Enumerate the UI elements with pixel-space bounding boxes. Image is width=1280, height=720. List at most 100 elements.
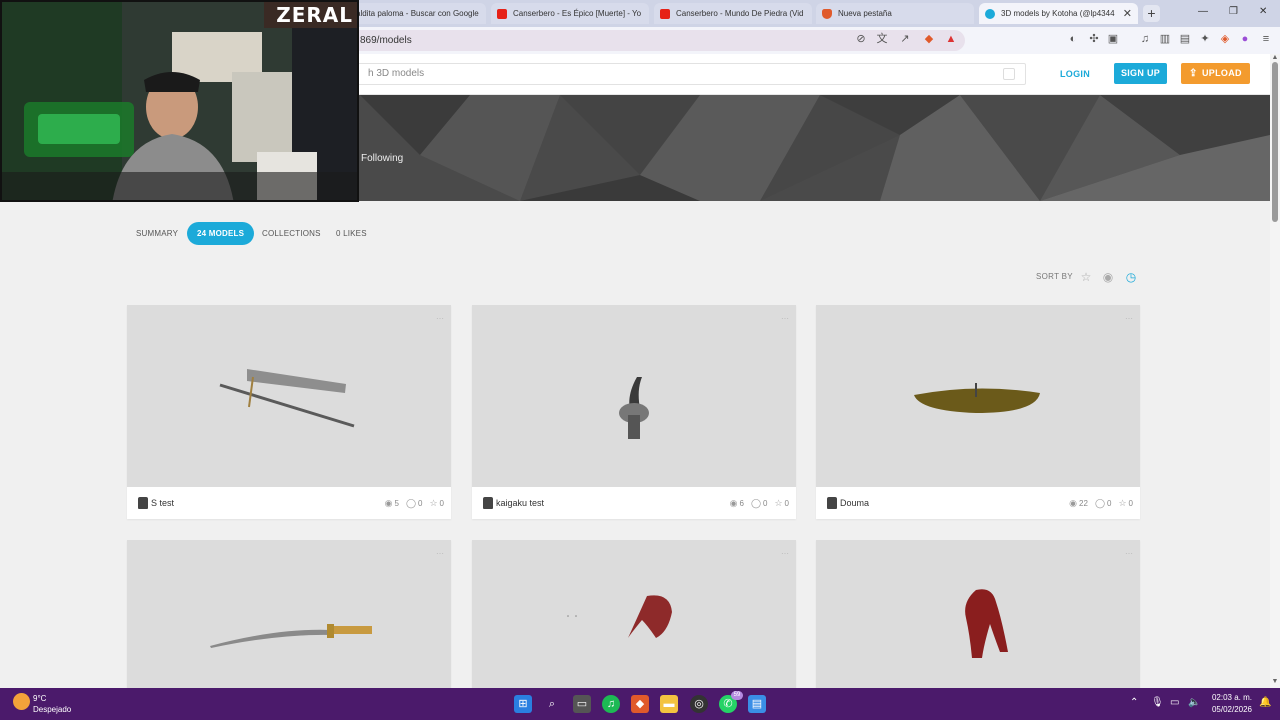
task-view-icon[interactable]: ▭: [573, 695, 591, 713]
model-thumbnail[interactable]: ⋯: [816, 305, 1140, 487]
model-card[interactable]: ⋯ kaigaku test ◉ 6 ◯ 0 ☆ 0: [472, 305, 796, 519]
translate-icon[interactable]: 文: [875, 32, 889, 46]
eye-icon[interactable]: ◉: [1101, 270, 1115, 284]
upload-button[interactable]: ⇪ UPLOAD: [1181, 63, 1250, 84]
tab-title: Nueva pestaña: [838, 9, 892, 18]
following-link[interactable]: Following: [361, 153, 403, 164]
more-icon[interactable]: ⋯: [1125, 314, 1133, 323]
new-tab-button[interactable]: +: [1143, 5, 1160, 22]
brave-rewards-icon[interactable]: ▲: [944, 32, 958, 46]
scroll-down-icon[interactable]: ▼: [1270, 678, 1280, 685]
upload-icon: ⇪: [1189, 68, 1198, 79]
comment-icon: ◯: [1094, 498, 1106, 508]
scroll-thumb[interactable]: [1272, 62, 1278, 222]
tab-models[interactable]: 24 MODELS: [187, 222, 255, 245]
model-stats: ◉ 22 ◯ 0 ☆ 0: [1069, 498, 1133, 509]
spotify-icon[interactable]: ♫: [602, 695, 620, 713]
leo-icon[interactable]: ✦: [1198, 32, 1212, 46]
notifications-icon[interactable]: 🔔: [1259, 697, 1271, 708]
clock-icon[interactable]: ◷: [1124, 270, 1138, 284]
tab-sketchfab-models[interactable]: 3D models by Kotoha (@lp4344 ✕: [979, 3, 1138, 24]
model-title[interactable]: S test: [151, 498, 174, 508]
avatar[interactable]: [827, 497, 837, 509]
signup-button[interactable]: SIGN UP: [1114, 63, 1167, 84]
model-card[interactable]: ⋯ S test ◉ 5 ◯ 0 ☆ 0: [127, 305, 451, 519]
puzzle-icon[interactable]: ✣: [1087, 32, 1101, 46]
star-icon: ☆: [774, 498, 783, 508]
tab-google-search[interactable]: aldita paloma - Buscar con Google: [350, 3, 486, 24]
eye-icon: ◉: [729, 498, 738, 508]
likes-count: 0: [784, 499, 789, 508]
more-icon[interactable]: ⋯: [436, 314, 444, 323]
youtube-icon: [660, 8, 670, 19]
weather-description[interactable]: Despejado: [33, 705, 71, 714]
model-thumbnail[interactable]: ⋯: [472, 305, 796, 487]
weather-icon[interactable]: [13, 693, 30, 710]
share-icon[interactable]: ↗: [898, 32, 912, 46]
streamer-logo: ZERAL: [264, 2, 357, 28]
star-icon[interactable]: ☆: [1079, 270, 1093, 284]
tab-title: Canserbero - Es Épico [Muerte] - Yo: [513, 9, 642, 18]
sidebar-icon[interactable]: ▥: [1158, 32, 1172, 46]
avatar[interactable]: [483, 497, 493, 509]
minimize-icon[interactable]: —: [1198, 6, 1208, 17]
more-icon[interactable]: ⋯: [781, 549, 789, 558]
model-thumbnail[interactable]: ⋯: [127, 305, 451, 487]
model-card[interactable]: ⋯ Douma ◉ 22 ◯ 0 ☆ 0: [816, 305, 1140, 519]
brave-shields-icon[interactable]: ◆: [922, 32, 936, 46]
obs-icon[interactable]: ◎: [690, 695, 708, 713]
search-input[interactable]: h 3D models: [340, 63, 1026, 85]
katana-pair-render: [219, 369, 355, 428]
no-camera-icon[interactable]: ⊘: [854, 32, 868, 46]
clock-time[interactable]: 02:03 a. m.: [1208, 693, 1252, 702]
login-button[interactable]: LOGIN: [1060, 65, 1090, 83]
vpn-icon[interactable]: ●: [1238, 32, 1252, 46]
extension-icon[interactable]: ◐: [1066, 32, 1080, 46]
menu-icon[interactable]: ≡: [1259, 32, 1273, 46]
tab-new-tab[interactable]: Nueva pestaña: [816, 3, 974, 24]
notepad-icon[interactable]: ▤: [748, 695, 766, 713]
microphone-icon[interactable]: 🎙: [1151, 697, 1164, 708]
model-stats: ◉ 5 ◯ 0 ☆ 0: [385, 498, 444, 509]
model-title[interactable]: Douma: [840, 498, 869, 508]
brave-browser-icon[interactable]: ◆: [631, 695, 649, 713]
search-icon[interactable]: ⌕: [543, 695, 561, 713]
windows-start-icon[interactable]: ⊞: [514, 695, 532, 713]
chevron-up-icon[interactable]: ⌃: [1130, 697, 1138, 708]
youtube-icon: [497, 8, 507, 19]
avatar[interactable]: [138, 497, 148, 509]
music-icon[interactable]: ♫: [1138, 32, 1152, 46]
wallet-icon[interactable]: ▤: [1178, 32, 1192, 46]
tab-title: aldita paloma - Buscar con Google: [356, 9, 479, 18]
fan-render: [914, 383, 1040, 413]
page-scrollbar[interactable]: ▲ ▼: [1270, 54, 1280, 688]
webcam-overlay: ZERAL: [0, 0, 359, 202]
network-icon[interactable]: ▭: [1170, 697, 1179, 708]
tab-youtube-es-epico[interactable]: Canserbero - Es Épico [Muerte] - Yo: [491, 3, 649, 24]
webcam-scene: [2, 2, 357, 200]
close-window-icon[interactable]: ✕: [1259, 6, 1267, 17]
tab-collections[interactable]: COLLECTIONS: [262, 222, 321, 245]
file-explorer-icon[interactable]: ▬: [660, 695, 678, 713]
more-icon[interactable]: ⋯: [1125, 549, 1133, 558]
tab-title: Canserbero - Mundo De Piedra (Vid: [676, 9, 804, 18]
more-icon[interactable]: ⋯: [436, 549, 444, 558]
tab-youtube-mundo-de-piedra[interactable]: Canserbero - Mundo De Piedra (Vid: [654, 3, 812, 24]
more-icon[interactable]: ⋯: [781, 314, 789, 323]
weather-temperature[interactable]: 9°C: [33, 694, 46, 703]
clock-date[interactable]: 05/02/2026: [1204, 705, 1252, 714]
restore-icon[interactable]: ❐: [1229, 6, 1238, 17]
tab-summary[interactable]: SUMMARY: [136, 222, 178, 245]
volume-icon[interactable]: 🔈: [1188, 697, 1200, 708]
model-title[interactable]: kaigaku test: [496, 498, 544, 508]
keyboard-shortcut-icon: [1003, 68, 1015, 80]
comments-count: 0: [763, 499, 768, 508]
brave-shield-icon[interactable]: ◈: [1218, 32, 1232, 46]
comment-icon: ◯: [405, 498, 417, 508]
close-icon[interactable]: ✕: [1117, 7, 1132, 20]
views-count: 6: [739, 499, 744, 508]
media-icon[interactable]: ▣: [1106, 32, 1120, 46]
scroll-up-icon[interactable]: ▲: [1270, 54, 1280, 61]
tab-likes[interactable]: 0 LIKES: [336, 222, 367, 245]
comments-count: 0: [418, 499, 423, 508]
